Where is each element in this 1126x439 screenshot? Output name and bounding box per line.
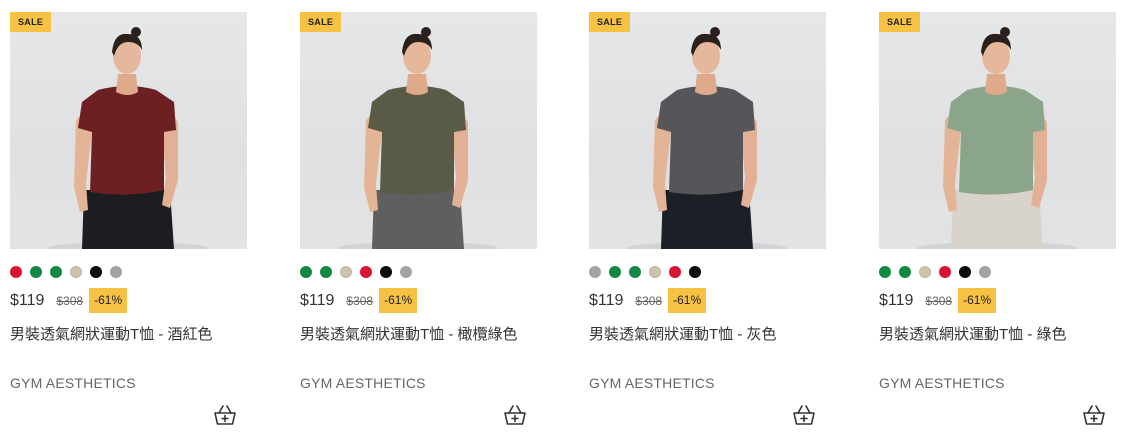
add-to-cart-basket-icon bbox=[214, 405, 236, 425]
price-row: $119 $308 -61% bbox=[879, 288, 997, 313]
color-swatch[interactable] bbox=[320, 266, 332, 278]
color-swatch[interactable] bbox=[669, 266, 681, 278]
color-swatch[interactable] bbox=[50, 266, 62, 278]
model-photo bbox=[627, 27, 787, 249]
color-swatch[interactable] bbox=[340, 266, 352, 278]
discount-badge: -61% bbox=[958, 288, 997, 313]
original-price: $308 bbox=[56, 293, 84, 308]
sale-badge: SALE bbox=[589, 12, 631, 32]
add-to-cart-basket-icon bbox=[793, 405, 815, 425]
add-to-cart-button[interactable] bbox=[791, 402, 817, 428]
add-to-cart-button[interactable] bbox=[212, 402, 238, 428]
color-swatch[interactable] bbox=[10, 266, 22, 278]
color-swatch[interactable] bbox=[879, 266, 891, 278]
brand-name[interactable]: GYM AESTHETICS bbox=[879, 375, 1005, 391]
discount-badge: -61% bbox=[89, 288, 128, 313]
price-row: $119 $308 -61% bbox=[589, 288, 707, 313]
sale-price: $119 bbox=[300, 291, 335, 309]
add-to-cart-basket-icon bbox=[1083, 405, 1105, 425]
product-title[interactable]: 男裝透氣網狀運動T恤 - 酒紅色 bbox=[10, 323, 213, 344]
discount-badge: -61% bbox=[668, 288, 707, 313]
sale-badge: SALE bbox=[879, 12, 921, 32]
product-image[interactable]: SALE bbox=[300, 12, 537, 249]
product-title[interactable]: 男裝透氣網狀運動T恤 - 綠色 bbox=[879, 323, 1067, 344]
model-photo bbox=[917, 27, 1077, 249]
color-swatch[interactable] bbox=[589, 266, 601, 278]
product-grid: SALE $119 $308 -61% 男裝透氣網狀運動T恤 - 酒紅色 GYM… bbox=[0, 0, 1126, 439]
color-swatch[interactable] bbox=[360, 266, 372, 278]
brand-name[interactable]: GYM AESTHETICS bbox=[10, 375, 136, 391]
color-swatch[interactable] bbox=[629, 266, 641, 278]
product-card: SALE $119 $308 -61% 男裝透氣網狀運動T恤 - 橄欖綠色 GY… bbox=[300, 12, 537, 432]
brand-name[interactable]: GYM AESTHETICS bbox=[589, 375, 715, 391]
color-swatches bbox=[300, 266, 420, 279]
sale-price: $119 bbox=[589, 291, 624, 309]
color-swatch[interactable] bbox=[959, 266, 971, 278]
product-image[interactable]: SALE bbox=[589, 12, 826, 249]
color-swatch[interactable] bbox=[400, 266, 412, 278]
color-swatches bbox=[589, 266, 709, 279]
color-swatch[interactable] bbox=[689, 266, 701, 278]
product-card: SALE $119 $308 -61% 男裝透氣網狀運動T恤 - 綠色 GYM … bbox=[879, 12, 1116, 432]
sale-price: $119 bbox=[879, 291, 914, 309]
product-image[interactable]: SALE bbox=[10, 12, 247, 249]
product-image[interactable]: SALE bbox=[879, 12, 1116, 249]
color-swatch[interactable] bbox=[30, 266, 42, 278]
color-swatch[interactable] bbox=[380, 266, 392, 278]
product-card: SALE $119 $308 -61% 男裝透氣網狀運動T恤 - 酒紅色 GYM… bbox=[10, 12, 247, 432]
original-price: $308 bbox=[925, 293, 953, 308]
color-swatch[interactable] bbox=[90, 266, 102, 278]
color-swatch[interactable] bbox=[919, 266, 931, 278]
price-row: $119 $308 -61% bbox=[10, 288, 128, 313]
add-to-cart-button[interactable] bbox=[502, 402, 528, 428]
color-swatches bbox=[10, 266, 130, 279]
color-swatch[interactable] bbox=[899, 266, 911, 278]
brand-name[interactable]: GYM AESTHETICS bbox=[300, 375, 426, 391]
sale-price: $119 bbox=[10, 291, 45, 309]
model-photo bbox=[48, 27, 208, 249]
sale-badge: SALE bbox=[10, 12, 52, 32]
color-swatch[interactable] bbox=[939, 266, 951, 278]
color-swatch[interactable] bbox=[110, 266, 122, 278]
product-title[interactable]: 男裝透氣網狀運動T恤 - 橄欖綠色 bbox=[300, 323, 518, 344]
color-swatches bbox=[879, 266, 999, 279]
color-swatch[interactable] bbox=[649, 266, 661, 278]
sale-badge: SALE bbox=[300, 12, 342, 32]
model-photo bbox=[338, 27, 498, 249]
product-title[interactable]: 男裝透氣網狀運動T恤 - 灰色 bbox=[589, 323, 777, 344]
color-swatch[interactable] bbox=[300, 266, 312, 278]
price-row: $119 $308 -61% bbox=[300, 288, 418, 313]
original-price: $308 bbox=[635, 293, 663, 308]
original-price: $308 bbox=[346, 293, 374, 308]
add-to-cart-basket-icon bbox=[504, 405, 526, 425]
add-to-cart-button[interactable] bbox=[1081, 402, 1107, 428]
product-card: SALE $119 $308 -61% 男裝透氣網狀運動T恤 - 灰色 GYM … bbox=[589, 12, 826, 432]
color-swatch[interactable] bbox=[70, 266, 82, 278]
discount-badge: -61% bbox=[379, 288, 418, 313]
color-swatch[interactable] bbox=[979, 266, 991, 278]
color-swatch[interactable] bbox=[609, 266, 621, 278]
